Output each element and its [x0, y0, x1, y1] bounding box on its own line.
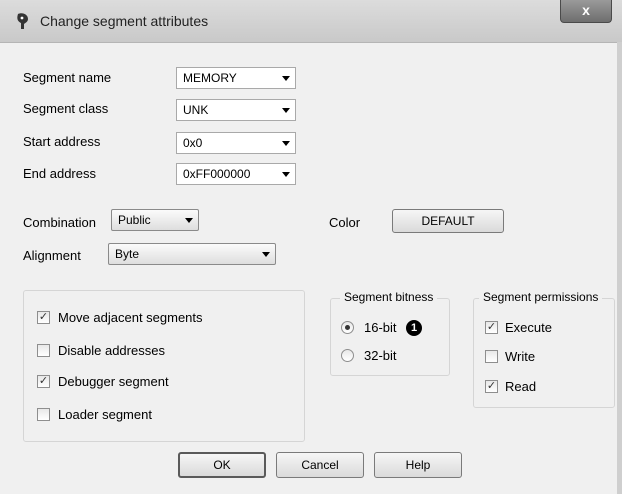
change-segment-dialog: Change segment attributes x Segment name… [0, 0, 622, 494]
segment-class-label: Segment class [23, 101, 109, 116]
segment-class-combo[interactable]: UNK [176, 99, 296, 121]
move-adjacent-checkbox[interactable]: ✓ [37, 311, 50, 324]
window-title: Change segment attributes [40, 13, 209, 29]
segment-name-combo[interactable]: MEMORY [176, 67, 296, 89]
window-frame-edge [617, 42, 622, 494]
move-adjacent-label[interactable]: Move adjacent segments [58, 310, 203, 325]
alignment-combo[interactable]: Byte [108, 243, 276, 265]
segment-name-label: Segment name [23, 70, 112, 85]
loader-segment-label[interactable]: Loader segment [58, 407, 152, 422]
help-button[interactable]: Help [374, 452, 462, 478]
start-address-combo[interactable]: 0x0 [176, 132, 296, 154]
write-checkbox[interactable] [485, 350, 498, 363]
cancel-button[interactable]: Cancel [276, 452, 364, 478]
combination-label: Combination [23, 215, 96, 230]
checkmark-icon: ✓ [38, 375, 49, 387]
start-address-value: 0x0 [183, 136, 203, 150]
chevron-down-icon [282, 141, 290, 146]
color-label: Color [329, 215, 361, 230]
radio-selected-dot [345, 325, 350, 330]
start-address-label: Start address [23, 134, 101, 149]
chevron-down-icon [282, 172, 290, 177]
close-icon: x [582, 2, 590, 18]
segment-class-value: UNK [183, 103, 209, 117]
close-button[interactable]: x [560, 0, 612, 23]
app-icon [14, 12, 32, 30]
disable-addresses-checkbox[interactable] [37, 344, 50, 357]
chevron-down-icon [282, 108, 290, 113]
combination-combo[interactable]: Public [111, 209, 199, 231]
callout-badge: 1 [406, 320, 422, 336]
alignment-label: Alignment [23, 248, 81, 263]
segment-bitness-group [330, 298, 450, 376]
bitness-16-label[interactable]: 16-bit [364, 320, 397, 335]
color-button[interactable]: DEFAULT [392, 209, 504, 233]
debugger-segment-label[interactable]: Debugger segment [58, 374, 169, 389]
chevron-down-icon [262, 252, 270, 257]
end-address-value: 0xFF000000 [183, 167, 251, 181]
chevron-down-icon [185, 218, 193, 223]
read-checkbox[interactable]: ✓ [485, 380, 498, 393]
checkmark-icon: ✓ [486, 321, 497, 333]
segment-bitness-caption: Segment bitness [340, 290, 438, 304]
combination-value: Public [118, 213, 151, 227]
execute-label[interactable]: Execute [505, 320, 552, 335]
ok-button[interactable]: OK [178, 452, 266, 478]
checkmark-icon: ✓ [38, 311, 49, 323]
end-address-label: End address [23, 166, 96, 181]
loader-segment-checkbox[interactable] [37, 408, 50, 421]
alignment-value: Byte [115, 247, 140, 261]
end-address-combo[interactable]: 0xFF000000 [176, 163, 296, 185]
segment-permissions-caption: Segment permissions [479, 290, 603, 304]
write-label[interactable]: Write [505, 349, 535, 364]
bitness-32-label[interactable]: 32-bit [364, 348, 397, 363]
debugger-segment-checkbox[interactable]: ✓ [37, 375, 50, 388]
execute-checkbox[interactable]: ✓ [485, 321, 498, 334]
segment-name-value: MEMORY [183, 71, 237, 85]
disable-addresses-label[interactable]: Disable addresses [58, 343, 165, 358]
read-label[interactable]: Read [505, 379, 536, 394]
bitness-32-radio[interactable] [341, 349, 354, 362]
chevron-down-icon [282, 76, 290, 81]
bitness-16-radio[interactable] [341, 321, 354, 334]
checkmark-icon: ✓ [486, 380, 497, 392]
title-bar[interactable]: Change segment attributes x [0, 0, 622, 43]
